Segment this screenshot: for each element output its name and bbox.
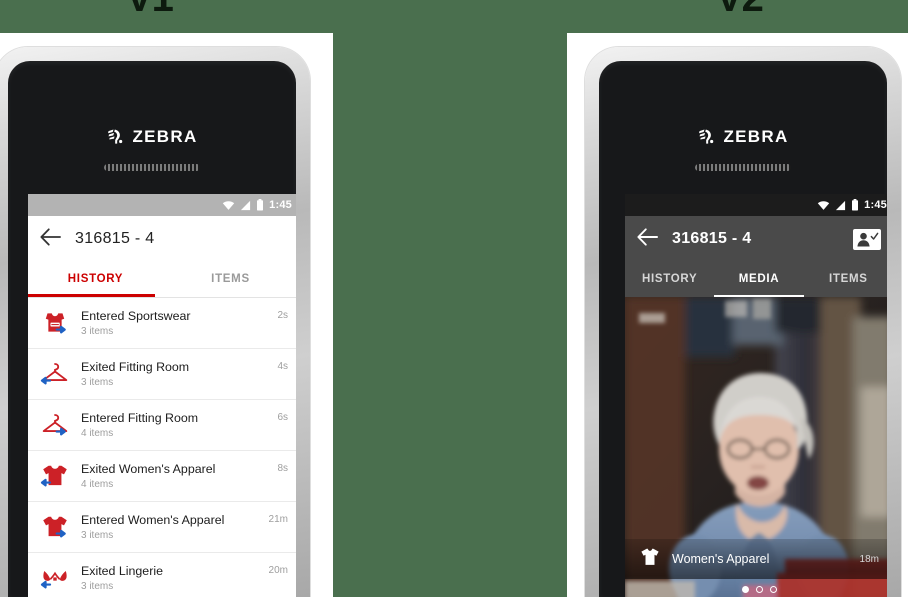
media-pagination-dots[interactable] [625, 586, 887, 593]
tab-bar: HISTORY MEDIA ITEMS [625, 262, 887, 297]
tab-items[interactable]: ITEMS [163, 262, 296, 297]
wifi-icon [222, 200, 235, 211]
tab-bar: HISTORY ITEMS [28, 262, 296, 298]
wifi-icon [817, 200, 830, 211]
history-row[interactable]: Entered Fitting Room 4 items 6s [28, 400, 296, 451]
history-row-time: 6s [277, 412, 288, 423]
media-dot[interactable] [755, 586, 763, 593]
earpiece-speaker [104, 164, 200, 171]
tshirt-icon [40, 511, 70, 543]
history-row-title: Entered Fitting Room [81, 410, 199, 425]
zebra-head-icon [697, 127, 717, 147]
device-right: ZEBRA 1:45 316815 - 4 HISTORY MEDIA ITEM… [585, 47, 901, 597]
tshirt-icon [639, 546, 661, 573]
zebra-brand-text: ZEBRA [132, 127, 198, 146]
back-arrow-icon[interactable] [637, 227, 658, 251]
signal-icon [835, 200, 846, 211]
back-arrow-icon[interactable] [40, 227, 61, 251]
tab-media[interactable]: MEDIA [714, 262, 803, 297]
media-dot[interactable] [769, 586, 777, 593]
history-row-text: Exited Fitting Room 3 items [81, 360, 266, 389]
vest-icon [40, 307, 70, 339]
bra-icon [40, 562, 70, 594]
media-caption-time: 18m [859, 553, 879, 565]
history-row-subtitle: 3 items [81, 530, 114, 542]
history-row-title: Entered Sportswear [81, 308, 191, 323]
history-row-subtitle: 4 items [81, 428, 114, 440]
version-label-v2: V2 [716, 0, 764, 18]
media-dot[interactable] [741, 586, 749, 593]
zebra-branding: ZEBRA [599, 127, 887, 147]
history-row-subtitle: 3 items [81, 581, 114, 593]
history-row-text: Entered Sportswear 3 items [81, 309, 266, 338]
tab-history[interactable]: HISTORY [28, 262, 163, 297]
history-row-title: Exited Lingerie [81, 563, 163, 578]
history-row-text: Exited Lingerie 3 items [81, 564, 258, 593]
history-row-text: Entered Women's Apparel 3 items [81, 513, 258, 542]
zebra-brand-text: ZEBRA [723, 127, 789, 146]
history-row[interactable]: Entered Women's Apparel 3 items 21m [28, 502, 296, 553]
zebra-head-icon [106, 127, 126, 147]
active-tab-underline [28, 294, 155, 297]
history-row-subtitle: 4 items [81, 479, 114, 491]
history-row-text: Entered Fitting Room 4 items [81, 411, 266, 440]
history-row-time: 8s [277, 463, 288, 474]
status-time: 1:45 [864, 199, 887, 211]
battery-icon [256, 199, 264, 211]
signal-icon [240, 200, 251, 211]
history-row-subtitle: 3 items [81, 326, 114, 338]
left-phone-screen: 1:45 316815 - 4 HISTORY ITEMS Entered Sp… [28, 194, 296, 597]
history-row-title: Exited Women's Apparel [81, 461, 216, 476]
media-caption: Women's Apparel 18m [625, 539, 887, 579]
status-bar: 1:45 [625, 194, 887, 216]
app-bar: 316815 - 4 [28, 216, 296, 262]
history-row-time: 21m [268, 514, 288, 525]
history-row[interactable]: Entered Sportswear 3 items 2s [28, 298, 296, 349]
media-viewer[interactable]: Women's Apparel 18m [625, 297, 887, 597]
hanger-icon [40, 358, 70, 390]
zebra-branding: ZEBRA [8, 127, 296, 147]
history-row[interactable]: Exited Women's Apparel 4 items 8s [28, 451, 296, 502]
device-left: ZEBRA 1:45 316815 - 4 HISTORY ITEMS Ente… [0, 47, 310, 597]
history-row-subtitle: 3 items [81, 377, 114, 389]
status-time: 1:45 [269, 199, 292, 211]
page-title: 316815 - 4 [672, 230, 752, 247]
version-label-v1: V1 [126, 0, 174, 18]
history-row-time: 4s [277, 361, 288, 372]
battery-icon [851, 199, 859, 211]
history-row[interactable]: Exited Fitting Room 3 items 4s [28, 349, 296, 400]
tab-items[interactable]: ITEMS [804, 262, 887, 297]
history-row-time: 20m [268, 565, 288, 576]
history-row-title: Exited Fitting Room [81, 359, 190, 374]
history-list[interactable]: Entered Sportswear 3 items 2s Exited Fittin… [28, 298, 296, 597]
app-bar: 316815 - 4 [625, 216, 887, 262]
history-row-title: Entered Women's Apparel [81, 512, 225, 527]
tshirt-icon [40, 460, 70, 492]
person-check-icon[interactable] [853, 228, 881, 250]
tab-history[interactable]: HISTORY [625, 262, 714, 297]
right-phone-screen: 1:45 316815 - 4 HISTORY MEDIA ITEMS Wome… [625, 194, 887, 597]
status-bar: 1:45 [28, 194, 296, 216]
device-bezel: ZEBRA 1:45 316815 - 4 [599, 61, 887, 597]
hanger-icon [40, 409, 70, 441]
earpiece-speaker [695, 164, 791, 171]
media-caption-label: Women's Apparel [672, 552, 770, 566]
device-bezel: ZEBRA 1:45 316815 - 4 [8, 61, 296, 597]
history-row-time: 2s [277, 310, 288, 321]
page-title: 316815 - 4 [75, 230, 155, 247]
history-row-text: Exited Women's Apparel 4 items [81, 462, 266, 491]
history-row[interactable]: Exited Lingerie 3 items 20m [28, 553, 296, 597]
